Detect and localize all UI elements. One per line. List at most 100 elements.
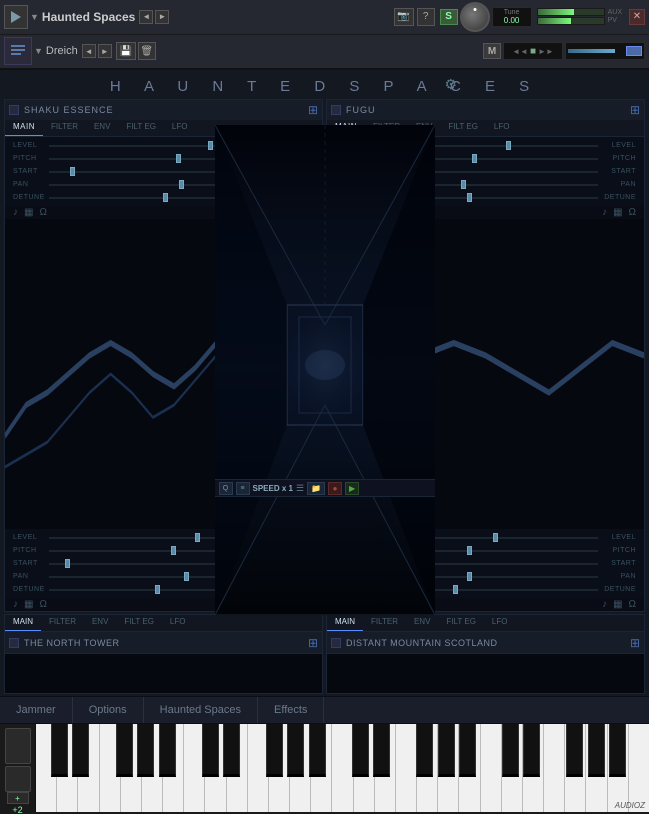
m-button[interactable]: M [483, 43, 501, 59]
tab-bl-env[interactable]: ENV [84, 615, 116, 631]
tab-tl-main[interactable]: MAIN [5, 120, 43, 136]
tune-knob[interactable] [460, 2, 490, 32]
tab-tl-lfo[interactable]: LFO [164, 120, 196, 136]
panel-top-right: FUGU ⊞ MAIN FILTER ENV FILT EG LFO LEVEL [326, 99, 645, 612]
menu-icon[interactable]: ☰ [296, 483, 304, 494]
black-key[interactable] [502, 724, 519, 777]
black-key[interactable] [459, 724, 476, 777]
white-key[interactable] [332, 724, 353, 812]
tab-tl-filteg[interactable]: FILT EG [118, 120, 164, 136]
tab-bl-filter[interactable]: FILTER [41, 615, 84, 631]
headphone-icon-tr1[interactable]: Ω [629, 207, 636, 218]
panel-bottom-right: MAIN FILTER ENV FILT EG LFO DISTANT MOUN… [326, 614, 645, 694]
tab-tl-env[interactable]: ENV [86, 120, 118, 136]
black-key[interactable] [287, 724, 304, 777]
tab-haunted-spaces[interactable]: Haunted Spaces [144, 697, 258, 723]
wave-icon-tl1[interactable]: ▦ [24, 207, 33, 218]
black-key[interactable] [438, 724, 455, 777]
tab-bl-main[interactable]: MAIN [5, 615, 41, 631]
black-key[interactable] [352, 724, 369, 777]
list-button[interactable]: ≡ [236, 482, 250, 495]
wave-icon-tl2[interactable]: ▦ [24, 599, 33, 610]
library-icon [4, 37, 32, 65]
wave-icon-tr1[interactable]: ▦ [613, 207, 622, 218]
pitch-wheel[interactable] [5, 728, 31, 764]
tab-tr-lfo[interactable]: LFO [486, 120, 518, 136]
panel-br-name: DISTANT MOUNTAIN SCOTLAND [346, 638, 630, 648]
power-btn-br[interactable] [331, 638, 341, 648]
next-button[interactable]: ► [155, 10, 169, 24]
note-icon-tr1[interactable]: ♪ [602, 207, 607, 218]
dropdown-arrow[interactable]: ▼ [30, 12, 39, 22]
prev-preset[interactable]: ◄ [82, 44, 96, 58]
delete-preset-button[interactable]: 🗑 [138, 42, 156, 60]
tune-display: Tune 0.00 [492, 7, 532, 27]
tab-br-lfo[interactable]: LFO [484, 615, 516, 631]
tab-options[interactable]: Options [73, 697, 144, 723]
prev-button[interactable]: ◄ [139, 10, 153, 24]
wave-icon-tr2[interactable]: ▦ [613, 599, 622, 610]
black-key[interactable] [137, 724, 154, 777]
power-btn-tl[interactable] [9, 105, 19, 115]
record-button[interactable]: ● [328, 482, 342, 495]
tab-br-filter[interactable]: FILTER [363, 615, 406, 631]
power-btn-tr[interactable] [331, 105, 341, 115]
black-key[interactable] [116, 724, 133, 777]
octave-display: +2 [12, 805, 22, 814]
tab-br-filteg[interactable]: FILT EG [438, 615, 484, 631]
white-key[interactable] [396, 724, 417, 812]
black-key[interactable] [416, 724, 433, 777]
note-icon-tr2[interactable]: ♪ [602, 599, 607, 610]
black-key[interactable] [223, 724, 240, 777]
link-icon-br[interactable]: ⊞ [630, 636, 640, 650]
headphone-icon-tl1[interactable]: Ω [39, 207, 46, 218]
help-button[interactable]: ? [417, 8, 435, 26]
folder-button[interactable]: 📁 [307, 482, 325, 495]
gear-icon[interactable]: ⚙ [445, 76, 458, 93]
next-preset[interactable]: ► [98, 44, 112, 58]
s-button[interactable]: S [440, 9, 458, 25]
tab-tl-filter[interactable]: FILTER [43, 120, 86, 136]
black-key[interactable] [609, 724, 626, 777]
white-key[interactable] [481, 724, 502, 812]
audioz-watermark: AUDIOZ [615, 801, 645, 810]
camera-button[interactable]: 📷 [394, 8, 414, 26]
link-icon-bl[interactable]: ⊞ [308, 636, 318, 650]
note-icon-tl1[interactable]: ♪ [13, 207, 18, 218]
black-key[interactable] [72, 724, 89, 777]
black-key[interactable] [51, 724, 68, 777]
black-key[interactable] [266, 724, 283, 777]
panel-bottom-left: MAIN FILTER ENV FILT EG LFO THE NORTH TO… [4, 614, 323, 694]
tab-effects[interactable]: Effects [258, 697, 324, 723]
power-btn-bl[interactable] [9, 638, 19, 648]
black-key[interactable] [566, 724, 583, 777]
tab-bl-filteg[interactable]: FILT EG [116, 615, 162, 631]
note-icon-tl2[interactable]: ♪ [13, 599, 18, 610]
tab-bl-lfo[interactable]: LFO [162, 615, 194, 631]
black-key[interactable] [588, 724, 605, 777]
black-key[interactable] [309, 724, 326, 777]
black-key[interactable] [523, 724, 540, 777]
link-icon-tl[interactable]: ⊞ [308, 103, 318, 117]
headphone-icon-tr2[interactable]: Ω [629, 599, 636, 610]
headphone-icon-tl2[interactable]: Ω [39, 599, 46, 610]
tab-tr-filter[interactable]: FILTER [365, 120, 408, 136]
mod-wheel[interactable] [5, 766, 31, 792]
tab-br-main[interactable]: MAIN [327, 615, 363, 631]
tab-tr-main[interactable]: MAIN [327, 120, 365, 136]
play-button[interactable]: ▶ [345, 482, 359, 495]
tab-tr-filteg[interactable]: FILT EG [440, 120, 486, 136]
close-button[interactable]: ✕ [629, 9, 645, 25]
q-button[interactable]: Q [219, 482, 233, 495]
black-key[interactable] [202, 724, 219, 777]
white-key[interactable] [629, 724, 649, 812]
save-preset-button[interactable]: 💾 [116, 42, 136, 60]
link-icon-tr[interactable]: ⊞ [630, 103, 640, 117]
tab-jammer[interactable]: Jammer [0, 697, 73, 723]
white-key[interactable] [544, 724, 565, 812]
octave-up[interactable]: + [7, 792, 29, 804]
black-key[interactable] [373, 724, 390, 777]
tab-tr-env[interactable]: ENV [408, 120, 440, 136]
black-key[interactable] [159, 724, 176, 777]
tab-br-env[interactable]: ENV [406, 615, 438, 631]
